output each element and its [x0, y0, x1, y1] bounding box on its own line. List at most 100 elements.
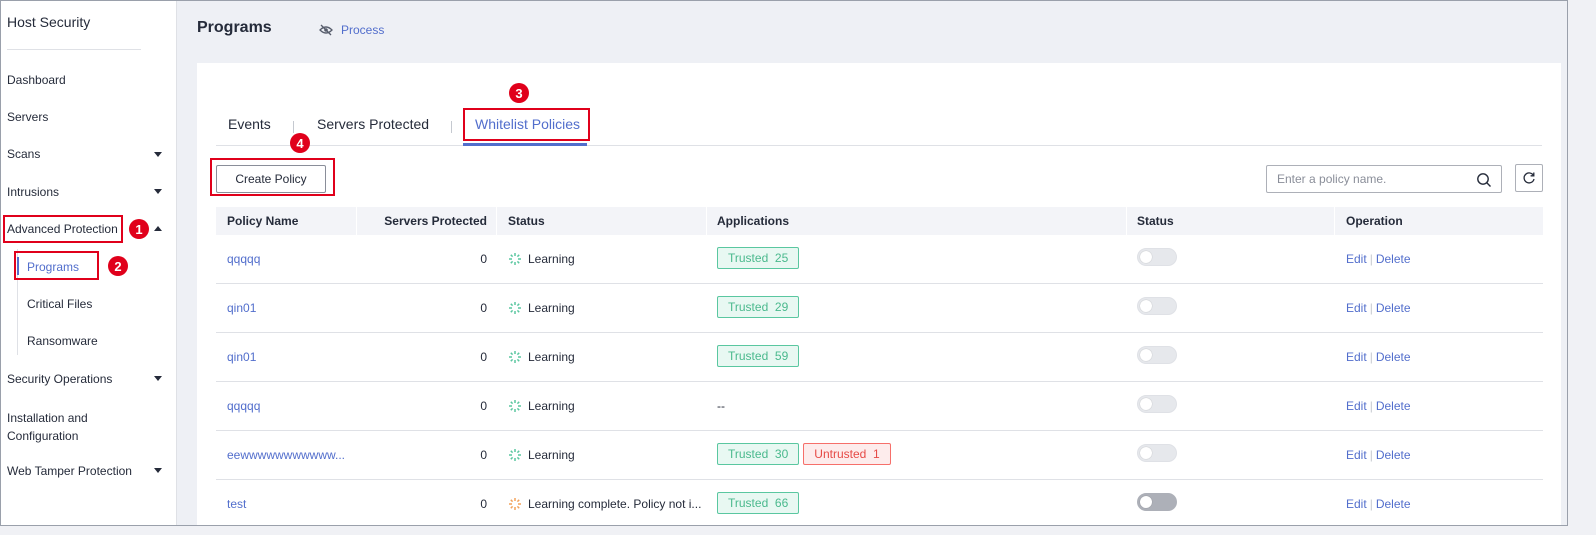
sidebar-item-ransomware[interactable]: Ransomware — [27, 334, 98, 348]
process-link-label: Process — [341, 23, 385, 37]
status-cell: Learning — [508, 301, 575, 315]
sidebar-item-web-tamper-protection[interactable]: Web Tamper Protection — [7, 464, 132, 478]
table-row: qqqqq 0 Learning Trusted 25 Edit | Delete — [216, 235, 1543, 284]
policy-toggle[interactable] — [1137, 346, 1177, 364]
sidebar-item-intrusions[interactable]: Intrusions — [7, 185, 59, 199]
learning-spinner-icon — [509, 302, 521, 314]
chevron-down-icon[interactable] — [154, 189, 162, 194]
column-separator — [706, 207, 707, 235]
annotation-badge: 4 — [290, 133, 310, 153]
trusted-tag[interactable]: Trusted 25 — [717, 247, 800, 269]
learning-complete-icon — [509, 498, 521, 510]
sidebar-item-servers[interactable]: Servers — [7, 110, 48, 124]
edit-link[interactable]: Edit — [1346, 301, 1367, 315]
toggle-knob — [1140, 300, 1152, 312]
untrusted-tag[interactable]: Untrusted 1 — [803, 443, 891, 465]
chevron-down-icon[interactable] — [154, 468, 162, 473]
operation-cell: Edit | Delete — [1346, 399, 1411, 413]
status-cell: Learning — [508, 252, 575, 266]
policy-toggle[interactable] — [1137, 248, 1177, 266]
status-text: Learning — [528, 399, 575, 413]
column-applications: Applications — [717, 214, 790, 228]
policy-name-link[interactable]: qin01 — [227, 350, 256, 364]
tab-separator — [293, 121, 294, 133]
status-cell: Learning complete. Policy not i... — [508, 497, 701, 511]
servers-protected-count: 0 — [480, 399, 487, 413]
policy-name-link[interactable]: qin01 — [227, 301, 256, 315]
applications-tags: Trusted 29 — [717, 296, 803, 318]
policy-name-link[interactable]: eewwwwwwwwwww... — [227, 448, 345, 462]
annotation-badge: 1 — [129, 219, 149, 239]
sidebar-item-scans[interactable]: Scans — [7, 147, 40, 161]
search-icon[interactable] — [1476, 172, 1492, 188]
trusted-tag[interactable]: Trusted 59 — [717, 345, 800, 367]
servers-protected-count: 0 — [480, 350, 487, 364]
operation-cell: Edit | Delete — [1346, 252, 1411, 266]
edit-link[interactable]: Edit — [1346, 399, 1367, 413]
edit-link[interactable]: Edit — [1346, 252, 1367, 266]
chevron-down-icon[interactable] — [154, 376, 162, 381]
policy-toggle[interactable] — [1137, 297, 1177, 315]
column-separator — [1334, 207, 1335, 235]
servers-protected-count: 0 — [480, 301, 487, 315]
policy-name-link[interactable]: qqqqq — [227, 399, 260, 413]
column-policy-name[interactable]: Policy Name — [227, 214, 298, 228]
column-enable-status: Status — [1137, 214, 1174, 228]
edit-link[interactable]: Edit — [1346, 350, 1367, 364]
trusted-tag[interactable]: Trusted 29 — [717, 296, 800, 318]
refresh-button[interactable] — [1515, 164, 1543, 192]
delete-link[interactable]: Delete — [1376, 252, 1411, 266]
page-title: Programs — [197, 19, 272, 36]
eye-off-icon — [319, 24, 333, 36]
sidebar-item-security-operations[interactable]: Security Operations — [7, 372, 112, 386]
annotation-badge: 2 — [108, 256, 128, 276]
delete-link[interactable]: Delete — [1376, 301, 1411, 315]
column-separator — [1126, 207, 1127, 235]
search-input[interactable] — [1277, 171, 1467, 187]
annotation-highlight-programs — [14, 251, 99, 280]
chevron-down-icon[interactable] — [154, 152, 162, 157]
status-cell: Learning — [508, 448, 575, 462]
delete-link[interactable]: Delete — [1376, 399, 1411, 413]
servers-protected-count: 0 — [480, 252, 487, 266]
delete-link[interactable]: Delete — [1376, 497, 1411, 511]
tab-servers-protected[interactable]: Servers Protected — [317, 116, 429, 132]
trusted-tag[interactable]: Trusted 66 — [717, 492, 800, 514]
sidebar-item-critical-files[interactable]: Critical Files — [27, 297, 92, 311]
status-text: Learning complete. Policy not i... — [528, 497, 702, 511]
policy-name-link[interactable]: test — [227, 497, 246, 511]
policy-name-link[interactable]: qqqqq — [227, 252, 260, 266]
process-link[interactable]: Process — [319, 23, 384, 37]
trusted-tag[interactable]: Trusted 30 — [717, 443, 800, 465]
tab-events[interactable]: Events — [228, 116, 271, 132]
applications-tags: Trusted 25 — [717, 247, 803, 269]
annotation-highlight-whitelist-tab — [463, 108, 590, 141]
delete-link[interactable]: Delete — [1376, 350, 1411, 364]
applications-tags: Trusted 66 — [717, 492, 803, 514]
table-row: test 0 Learning complete. Policy not i..… — [216, 480, 1543, 525]
toggle-knob — [1140, 496, 1152, 508]
column-operation: Operation — [1346, 214, 1403, 228]
edit-link[interactable]: Edit — [1346, 448, 1367, 462]
tab-separator — [451, 121, 452, 133]
column-separator — [356, 207, 357, 235]
sidebar-item-dashboard[interactable]: Dashboard — [7, 73, 66, 87]
chevron-up-icon[interactable] — [154, 226, 162, 231]
edit-link[interactable]: Edit — [1346, 497, 1367, 511]
active-tab-underline — [463, 143, 587, 146]
delete-link[interactable]: Delete — [1376, 448, 1411, 462]
learning-spinner-icon — [509, 351, 521, 363]
sidebar-item-installation-configuration[interactable]: Installation and Configuration — [7, 409, 117, 445]
sidebar-title: Host Security — [7, 14, 91, 30]
operation-cell: Edit | Delete — [1346, 497, 1411, 511]
toggle-knob — [1140, 447, 1152, 459]
column-servers-protected: Servers Protected — [384, 214, 487, 228]
refresh-icon — [1523, 172, 1535, 184]
policy-toggle[interactable] — [1137, 493, 1177, 511]
policy-toggle[interactable] — [1137, 444, 1177, 462]
app-window: Host Security Dashboard Servers Scans In… — [0, 0, 1568, 526]
column-status[interactable]: Status — [508, 214, 545, 228]
policy-toggle[interactable] — [1137, 395, 1177, 413]
table-row: qqqqq 0 Learning -- Edit | Delete — [216, 382, 1543, 431]
applications-empty: -- — [717, 399, 725, 413]
